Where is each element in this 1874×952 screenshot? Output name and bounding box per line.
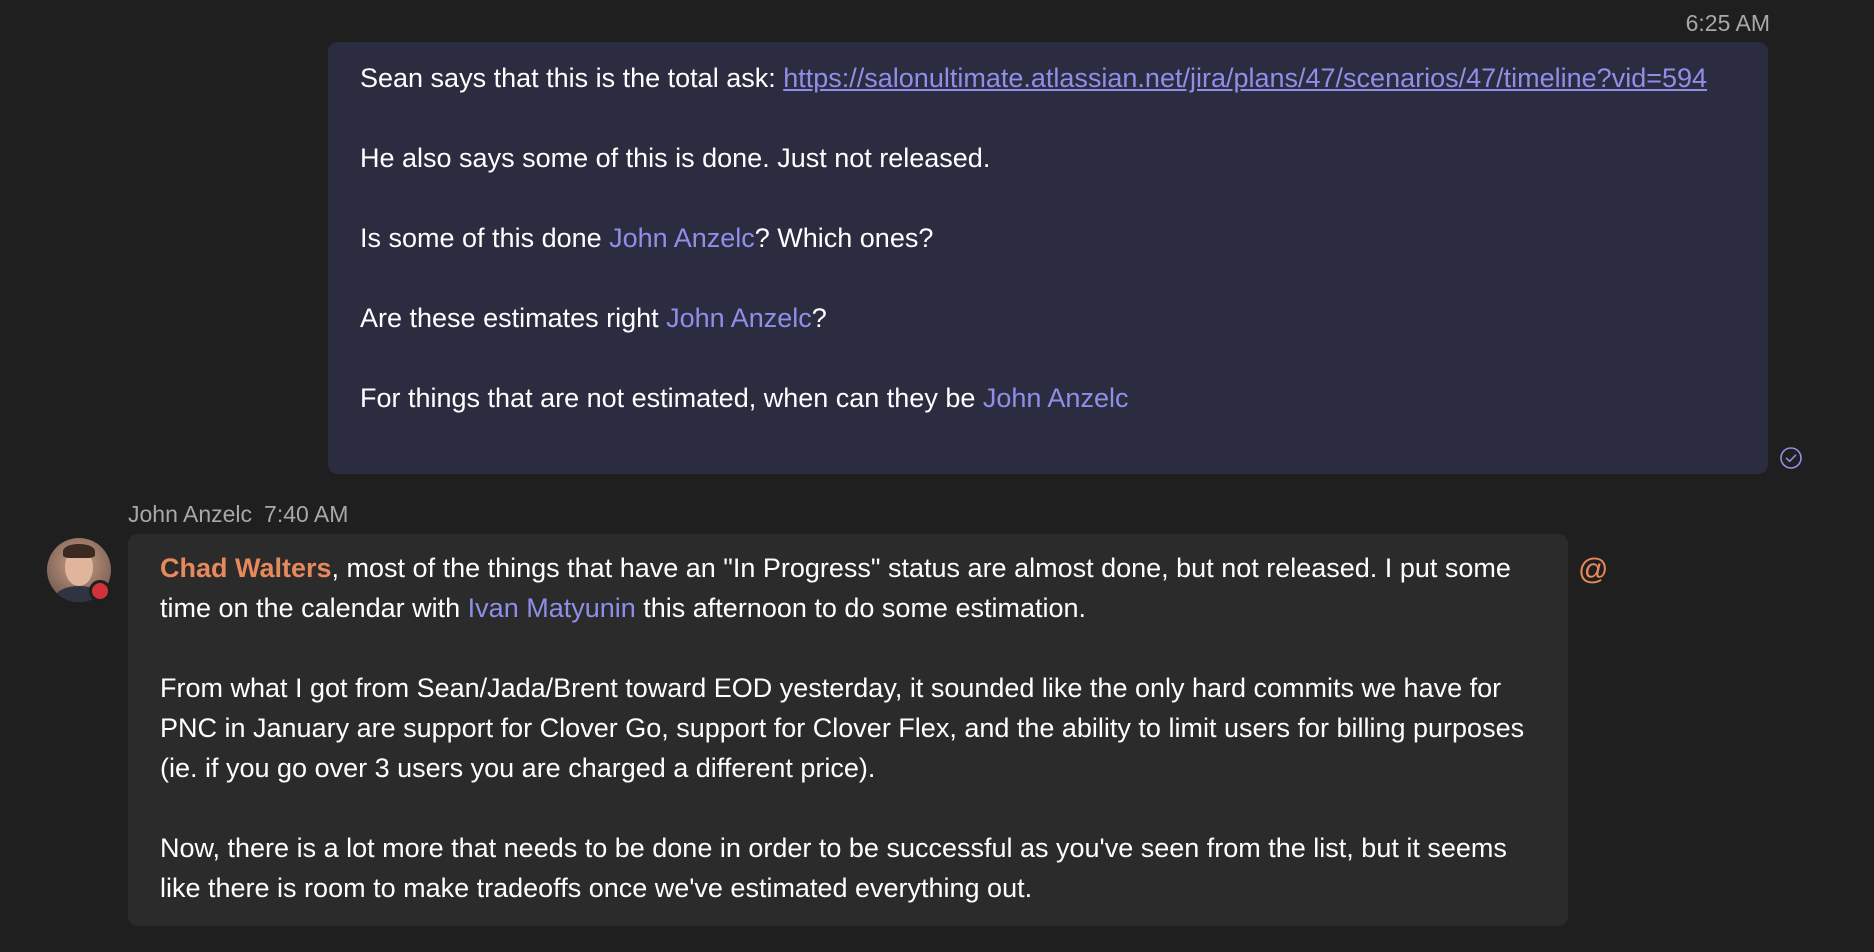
message-paragraph: For things that are not estimated, when … <box>360 378 1728 418</box>
mention-ivan-matyunin[interactable]: Ivan Matyunin <box>468 593 636 623</box>
at-mention-icon: @ <box>1578 553 1609 586</box>
sender-name[interactable]: John Anzelc <box>128 501 252 527</box>
message-paragraph: Sean says that this is the total ask: ht… <box>360 58 1728 98</box>
message-text: ? Which ones? <box>754 223 934 253</box>
message-timestamp: 7:40 AM <box>264 501 349 527</box>
message-text: ? <box>811 303 827 333</box>
message-paragraph: Chad Walters, most of the things that ha… <box>160 548 1534 628</box>
sent-message-timestamp: 6:25 AM <box>1685 10 1770 36</box>
mention-john-anzelc[interactable]: John Anzelc <box>983 383 1129 413</box>
presence-busy-icon <box>89 580 111 602</box>
message-text: this afternoon to do some estimation. <box>635 593 1087 623</box>
message-text: Sean says that this is the total ask: <box>360 63 784 93</box>
chat-thread: 6:25 AM Sean says that this is the total… <box>0 0 1874 952</box>
message-paragraph: Is some of this done John Anzelc? Which … <box>360 218 1728 258</box>
mention-john-anzelc[interactable]: John Anzelc <box>666 303 812 333</box>
message-text: For things that are not estimated, when … <box>360 383 983 413</box>
read-receipt-icon <box>1780 447 1802 469</box>
received-message-bubble[interactable]: Chad Walters, most of the things that ha… <box>128 534 1568 926</box>
sent-message-bubble[interactable]: Sean says that this is the total ask: ht… <box>328 42 1768 474</box>
mention-john-anzelc[interactable]: John Anzelc <box>609 223 755 253</box>
message-text: Is some of this done <box>360 223 610 253</box>
mention-chad-walters[interactable]: Chad Walters <box>160 553 332 583</box>
message-paragraph: From what I got from Sean/Jada/Brent tow… <box>160 673 1525 783</box>
message-header: John Anzelc 7:40 AM <box>128 500 348 528</box>
message-paragraph: Are these estimates right John Anzelc? <box>360 298 1728 338</box>
jira-timeline-link[interactable]: https://salonultimate.atlassian.net/jira… <box>783 63 1707 93</box>
message-text: Are these estimates right <box>360 303 667 333</box>
message-paragraph: He also says some of this is done. Just … <box>360 143 991 173</box>
message-paragraph: Now, there is a lot more that needs to b… <box>160 833 1507 903</box>
